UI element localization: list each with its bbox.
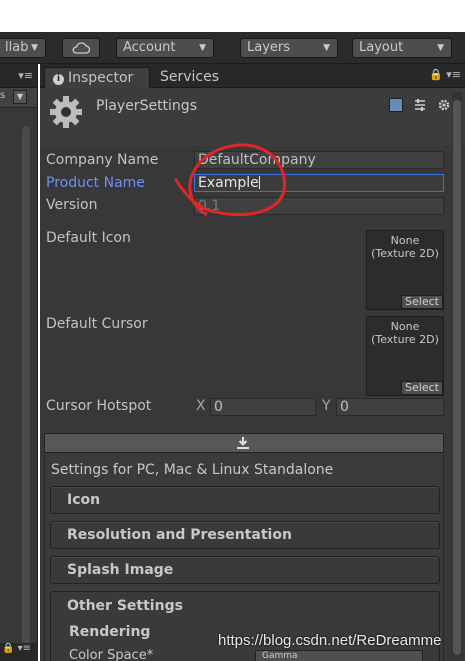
version-field[interactable]: 0.1 — [194, 197, 444, 215]
account-label: Account — [123, 40, 176, 55]
tab-inspector[interactable]: i Inspector — [44, 67, 150, 88]
hotspot-y-label: Y — [322, 398, 331, 414]
hotspot-x-field[interactable]: 0 — [210, 398, 316, 416]
hotspot-x-label: X — [196, 398, 206, 414]
hierarchy-panel: ▾≡ s ▼ 🔒 ▾≡ — [0, 64, 38, 661]
text-caret — [258, 176, 260, 189]
panel-toolbar: s ▼ — [0, 88, 37, 108]
inspector-panel: i Inspector Services 🔒 ▾≡ PlayerSettings — [40, 64, 465, 661]
cloud-icon — [72, 42, 91, 54]
layers-label: Layers — [247, 40, 291, 55]
info-icon: i — [53, 74, 64, 85]
download-icon — [237, 437, 249, 449]
section-splash-image[interactable]: Splash Image — [50, 556, 440, 584]
tab-label: Services — [160, 69, 220, 85]
settings-gear-icon[interactable] — [437, 98, 451, 112]
settings-for-label: Settings for PC, Mac & Linux Standalone — [51, 462, 334, 478]
texture-none-text: None — [390, 320, 420, 333]
tab-label: Inspector — [68, 70, 134, 86]
layers-dropdown[interactable]: Layers ▼ — [240, 38, 338, 58]
section-icon[interactable]: Icon — [50, 486, 440, 514]
scrollbar[interactable] — [22, 126, 30, 646]
watermark-text: https://blog.csdn.net/ReDreamme — [218, 632, 442, 649]
dropdown-arrow-icon: ▼ — [437, 43, 444, 53]
other-settings-title: Other Settings — [67, 598, 183, 614]
cloud-button[interactable] — [62, 38, 100, 58]
layout-label: Layout — [359, 40, 404, 55]
default-cursor-slot[interactable]: None (Texture 2D) Select — [366, 316, 444, 396]
help-book-icon[interactable] — [388, 98, 403, 112]
color-space-dropdown[interactable]: Gamma — [255, 650, 423, 661]
product-name-field[interactable]: Example — [194, 174, 444, 192]
cursor-hotspot-label: Cursor Hotspot — [46, 398, 152, 414]
color-space-label: Color Space* — [69, 648, 154, 661]
inspector-scrollbar[interactable] — [452, 92, 462, 657]
default-icon-slot[interactable]: None (Texture 2D) Select — [366, 230, 444, 310]
select-button[interactable]: Select — [401, 295, 443, 309]
dropdown-arrow-icon: ▼ — [199, 43, 206, 53]
lock-menu-icon[interactable]: 🔒 ▾≡ — [0, 643, 38, 661]
collab-label: llab — [5, 40, 29, 55]
texture-none-text: None — [390, 234, 420, 247]
color-space-value: Gamma — [262, 651, 298, 661]
dropdown-arrow-icon: ▼ — [323, 43, 330, 53]
preset-icon[interactable] — [413, 98, 427, 112]
product-name-label: Product Name — [46, 175, 145, 191]
company-name-field[interactable]: DefaultCompany — [194, 151, 444, 169]
layout-dropdown[interactable]: Layout ▼ — [352, 38, 452, 58]
platform-tab-bar[interactable] — [44, 433, 444, 453]
select-button[interactable]: Select — [401, 381, 443, 395]
hotspot-y-field[interactable]: 0 — [336, 398, 444, 416]
component-header: PlayerSettings — [40, 88, 465, 146]
product-name-value: Example — [198, 175, 259, 191]
dropdown-arrow-icon: ▼ — [31, 43, 38, 53]
filter-dropdown-icon[interactable]: ▼ — [13, 90, 27, 104]
company-name-label: Company Name — [46, 152, 159, 168]
lock-menu-icon[interactable]: 🔒 ▾≡ — [429, 68, 461, 81]
tab-bar: i Inspector Services 🔒 ▾≡ — [40, 64, 465, 88]
platform-settings: Settings for PC, Mac & Linux Standalone … — [44, 454, 444, 661]
scrollbar-thumb[interactable] — [453, 100, 461, 655]
tab-services[interactable]: Services — [152, 67, 232, 88]
rendering-header: Rendering — [69, 624, 151, 640]
panel-menu-icon[interactable]: ▾≡ — [18, 69, 33, 82]
texture-type-text: (Texture 2D) — [371, 333, 439, 346]
header-icons — [383, 98, 451, 116]
panel-subtext: s — [0, 90, 6, 101]
main-toolbar: llab ▼ Account ▼ Layers ▼ Layout ▼ — [0, 32, 465, 64]
gear-icon — [50, 96, 82, 128]
default-icon-label: Default Icon — [46, 230, 131, 246]
panel-header: ▾≡ — [0, 64, 37, 88]
section-resolution[interactable]: Resolution and Presentation — [50, 521, 440, 549]
account-dropdown[interactable]: Account ▼ — [116, 38, 214, 58]
version-label: Version — [46, 197, 98, 213]
collab-dropdown[interactable]: llab ▼ — [0, 38, 46, 58]
default-cursor-label: Default Cursor — [46, 316, 148, 332]
component-title: PlayerSettings — [96, 98, 197, 114]
texture-type-text: (Texture 2D) — [371, 247, 439, 260]
